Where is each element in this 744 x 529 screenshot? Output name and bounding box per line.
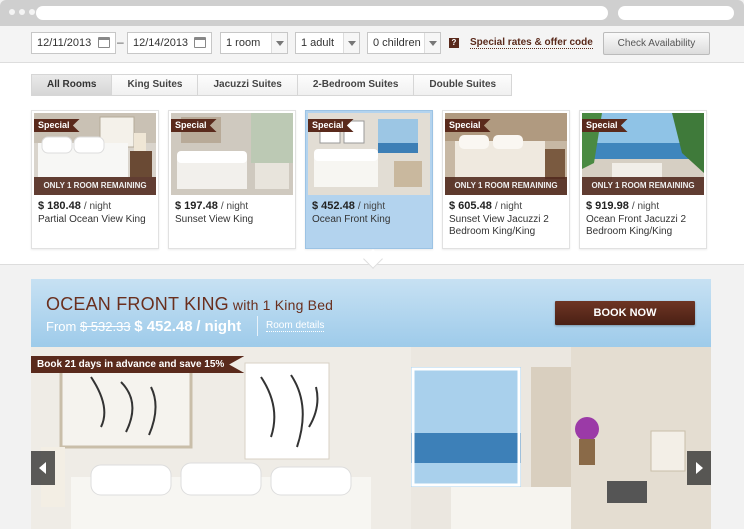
room-selection-pane: All Rooms King Suites Jacuzzi Suites 2-B… <box>0 63 744 265</box>
rooms-remaining-label: ONLY 1 ROOM REMAINING <box>445 177 567 195</box>
room-category-tabs: All Rooms King Suites Jacuzzi Suites 2-B… <box>31 74 513 96</box>
room-price-amount: $ 919.98 <box>586 200 629 212</box>
room-name: Partial Ocean View King <box>38 214 146 225</box>
room-detail-price: From $ 532.33 $ 452.48 / night <box>46 318 241 335</box>
carousel-prev-arrow-icon[interactable] <box>31 451 55 485</box>
per-night-label: / night <box>196 318 242 335</box>
tab-double-suites[interactable]: Double Suites <box>413 74 513 96</box>
room-photo-carousel[interactable]: Book 21 days in advance and save 15% <box>31 347 711 529</box>
special-badge: Special <box>445 119 491 132</box>
check-availability-button[interactable]: Check Availability <box>603 32 710 55</box>
divider <box>257 316 258 336</box>
window-dots <box>9 9 35 15</box>
rooms-select[interactable]: 1 room <box>220 32 288 54</box>
room-detail-title: OCEAN FRONT KING with 1 King Bed <box>46 294 333 315</box>
room-card-selected[interactable]: Special $ 452.48 / night Ocean Front Kin… <box>305 110 433 249</box>
room-card[interactable]: Special ONLY 1 ROOM REMAINING $ 605.48 /… <box>442 110 570 249</box>
check-in-date-value: 12/11/2013 <box>37 37 92 49</box>
children-select-value: 0 children <box>373 37 421 49</box>
chevron-down-icon[interactable] <box>343 33 359 53</box>
room-name: Sunset View Jacuzzi 2 Bedroom King/King <box>449 214 549 237</box>
room-price-unit: / night <box>220 201 249 212</box>
special-badge: Special <box>308 119 354 132</box>
room-detail-header: OCEAN FRONT KING with 1 King Bed From $ 5… <box>31 279 711 347</box>
special-badge: Special <box>171 119 217 132</box>
rooms-remaining-label: ONLY 1 ROOM REMAINING <box>34 177 156 195</box>
room-card[interactable]: Special ONLY 1 ROOM REMAINING $ 919.98 /… <box>579 110 707 249</box>
calendar-icon[interactable] <box>194 37 206 48</box>
room-name: Sunset View King <box>175 214 254 225</box>
from-label: From <box>46 319 77 334</box>
help-icon[interactable]: ? <box>449 38 459 48</box>
tab-all-rooms[interactable]: All Rooms <box>31 74 113 96</box>
room-price-unit: / night <box>631 201 660 212</box>
calendar-icon[interactable] <box>98 37 110 48</box>
room-detail-panel: OCEAN FRONT KING with 1 King Bed From $ 5… <box>31 279 711 529</box>
availability-search-bar: 12/11/2013 – 12/14/2013 1 room 1 adult 0… <box>0 26 744 63</box>
room-price: $ 180.48 / night <box>38 200 111 212</box>
room-price: $ 452.48 / night <box>312 200 385 212</box>
room-title: OCEAN FRONT KING <box>46 294 229 314</box>
tab-jacuzzi-suites[interactable]: Jacuzzi Suites <box>197 74 298 96</box>
room-thumbnail: Special ONLY 1 ROOM REMAINING <box>445 113 567 195</box>
room-price-amount: $ 180.48 <box>38 200 81 212</box>
advance-booking-promo: Book 21 days in advance and save 15% <box>31 356 245 373</box>
room-name: Ocean Front Jacuzzi 2 Bedroom King/King <box>586 214 687 237</box>
tab-king-suites[interactable]: King Suites <box>111 74 199 96</box>
date-range-dash: – <box>117 35 124 49</box>
adults-select-value: 1 adult <box>301 37 335 49</box>
new-price: $ 452.48 <box>134 318 193 335</box>
special-rates-link[interactable]: Special rates & offer code <box>470 37 593 49</box>
room-price-unit: / night <box>494 201 523 212</box>
room-thumbnail: Special ONLY 1 ROOM REMAINING <box>34 113 156 195</box>
special-badge: Special <box>34 119 80 132</box>
room-thumbnail: Special <box>308 113 430 195</box>
rooms-remaining-label: ONLY 1 ROOM REMAINING <box>582 177 704 195</box>
address-bar[interactable] <box>36 6 608 20</box>
room-price: $ 605.48 / night <box>449 200 522 212</box>
browser-chrome <box>0 0 744 26</box>
room-card[interactable]: Special $ 197.48 / night Sunset View Kin… <box>168 110 296 249</box>
children-select[interactable]: 0 children <box>367 32 441 54</box>
check-out-date-field[interactable]: 12/14/2013 <box>127 32 212 54</box>
room-price-amount: $ 452.48 <box>312 200 355 212</box>
room-thumbnail: Special ONLY 1 ROOM REMAINING <box>582 113 704 195</box>
chevron-down-icon[interactable] <box>271 33 287 53</box>
room-subtitle: with 1 King Bed <box>232 297 334 313</box>
adults-select[interactable]: 1 adult <box>295 32 360 54</box>
room-thumbnail: Special <box>171 113 293 195</box>
check-in-date-field[interactable]: 12/11/2013 <box>31 32 116 54</box>
room-name: Ocean Front King <box>312 214 391 225</box>
book-now-button[interactable]: BOOK NOW <box>555 301 695 325</box>
room-price-amount: $ 605.48 <box>449 200 492 212</box>
rooms-select-value: 1 room <box>226 37 261 49</box>
special-badge: Special <box>582 119 628 132</box>
room-price: $ 919.98 / night <box>586 200 659 212</box>
room-price-unit: / night <box>83 201 112 212</box>
check-out-date-value: 12/14/2013 <box>133 37 189 49</box>
old-price: $ 532.33 <box>79 319 131 334</box>
chevron-down-icon[interactable] <box>424 33 440 53</box>
carousel-next-arrow-icon[interactable] <box>687 451 711 485</box>
browser-search-bar[interactable] <box>618 6 734 20</box>
room-details-link[interactable]: Room details <box>266 320 325 332</box>
room-price-amount: $ 197.48 <box>175 200 218 212</box>
room-price: $ 197.48 / night <box>175 200 248 212</box>
room-price-unit: / night <box>357 201 386 212</box>
room-photo <box>31 347 711 529</box>
tab-2-bedroom-suites[interactable]: 2-Bedroom Suites <box>296 74 415 96</box>
room-card[interactable]: Special ONLY 1 ROOM REMAINING $ 180.48 /… <box>31 110 159 249</box>
